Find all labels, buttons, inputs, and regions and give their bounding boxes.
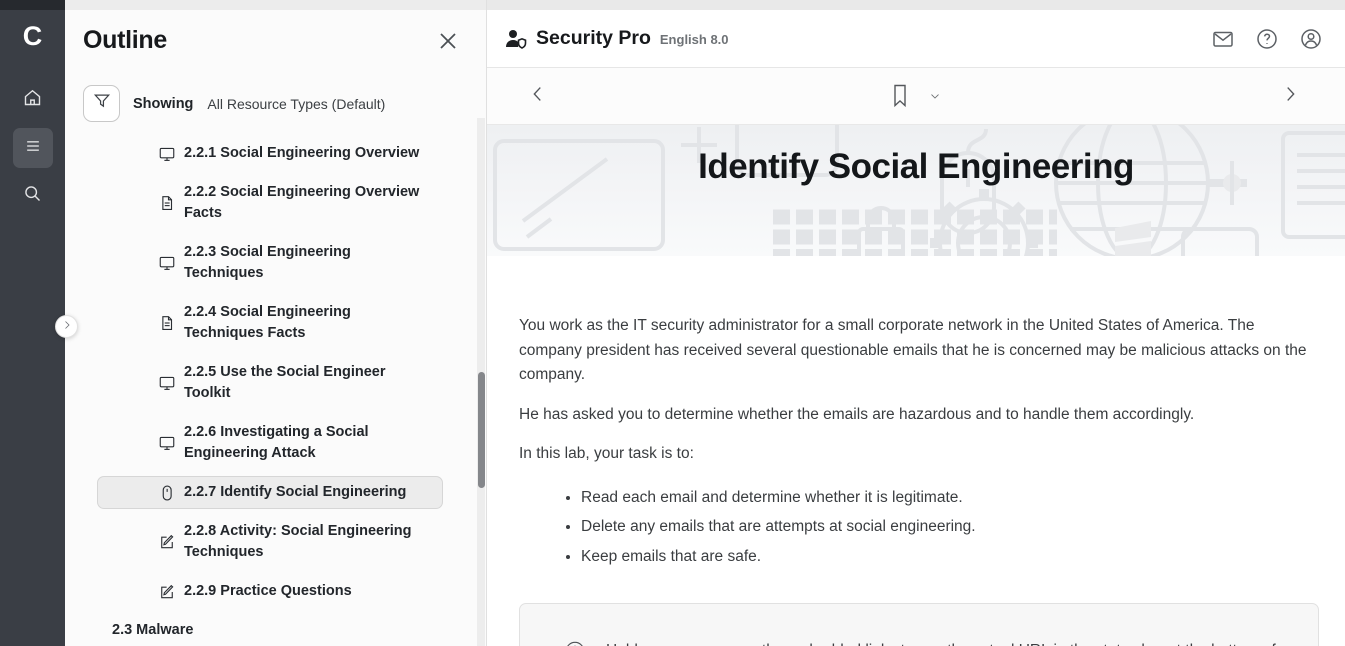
app-header: Security Pro English 8.0 (487, 10, 1345, 68)
mail-icon (1211, 38, 1235, 55)
help-button[interactable] (1255, 27, 1279, 51)
chevron-right-icon (61, 318, 73, 336)
task-item: Delete any emails that are attempts at s… (581, 516, 1281, 538)
monitor-icon (158, 145, 176, 163)
outline-item-label: 2.2.8 Activity: Social Engineering Techn… (184, 521, 432, 563)
outline-item[interactable]: 2.2.1 Social Engineering Overview (97, 137, 443, 170)
monitor-icon (158, 434, 176, 452)
outline-item-label: 2.2.3 Social Engineering Techniques (184, 242, 432, 284)
chevron-left-icon (527, 92, 549, 109)
outline-section-label: 2.3 Malware (112, 620, 193, 641)
bookmark-menu-button[interactable] (928, 89, 942, 103)
outline-item-label: 2.2.9 Practice Questions (184, 581, 352, 602)
product-edition: English 8.0 (660, 32, 729, 47)
product-title: Security Pro (536, 27, 651, 50)
filter-showing-label: Showing (133, 96, 193, 112)
banner-background-pattern (487, 125, 1345, 256)
lesson-banner: Identify Social Engineering (487, 125, 1345, 256)
scenario-paragraph: In this lab, your task is to: (519, 442, 1309, 467)
rail-top-strip (0, 0, 65, 10)
info-icon (564, 640, 586, 646)
outline-item-label: 2.2.1 Social Engineering Overview (184, 143, 419, 164)
menu-icon (23, 136, 43, 161)
outline-title: Outline (83, 26, 167, 55)
panel-top-strip (65, 0, 486, 10)
profile-icon (1299, 38, 1323, 55)
task-list: Read each email and determine whether it… (581, 487, 1281, 568)
search-button[interactable] (13, 176, 53, 216)
chevron-down-icon (928, 90, 942, 107)
main-top-strip (487, 0, 1345, 10)
main-content: Security Pro English 8.0 (486, 0, 1345, 646)
filter-icon (92, 91, 112, 116)
search-icon (22, 183, 43, 209)
outline-item-label: 2.2.2 Social Engineering Overview Facts (184, 182, 432, 224)
bookmark-button[interactable] (890, 83, 912, 109)
next-lesson-button[interactable] (1279, 83, 1305, 109)
monitor-icon (158, 254, 176, 272)
outline-item[interactable]: 2.2.2 Social Engineering Overview Facts (97, 176, 443, 230)
outline-list: 2.2.1 Social Engineering Overview 2.2.2 … (97, 137, 445, 646)
lesson-navbar (487, 68, 1345, 125)
hint-note-box: Hold your mouse over the embedded links … (519, 603, 1319, 646)
home-icon (22, 87, 43, 113)
outline-item[interactable]: 2.2.4 Social Engineering Techniques Fact… (97, 296, 443, 350)
outline-menu-button[interactable] (13, 128, 53, 168)
messages-button[interactable] (1211, 27, 1235, 51)
edit-icon (158, 533, 176, 551)
outline-item[interactable]: 2.2.5 Use the Social Engineer Toolkit (97, 356, 443, 410)
monitor-icon (158, 374, 176, 392)
outline-panel: Outline Showing All Resource Types (Defa… (65, 0, 486, 646)
resource-filter-button[interactable] (83, 85, 120, 122)
outline-scrollbar-track[interactable] (477, 118, 485, 646)
app-window: C Outline (0, 0, 1345, 646)
document-icon (158, 194, 176, 212)
collapse-rail-button[interactable] (55, 315, 78, 338)
help-icon (1255, 38, 1279, 55)
outline-item-label: 2.2.4 Social Engineering Techniques Fact… (184, 302, 432, 344)
close-outline-button[interactable] (436, 29, 460, 53)
security-pro-logo-icon (503, 27, 529, 51)
lab-scenario: You work as the IT security administrato… (487, 256, 1345, 646)
outline-item[interactable]: 2.2.3 Social Engineering Techniques (97, 236, 443, 290)
task-item: Keep emails that are safe. (581, 546, 1281, 568)
close-icon (436, 40, 460, 57)
app-logo[interactable]: C (0, 10, 65, 62)
previous-lesson-button[interactable] (527, 83, 553, 109)
outline-scrollbar-thumb[interactable] (478, 372, 485, 488)
home-button[interactable] (13, 80, 53, 120)
lab-title: Identify Social Engineering (487, 147, 1345, 187)
outline-item[interactable]: 2.2.6 Investigating a Social Engineering… (97, 416, 443, 470)
outline-item-label: 2.2.7 Identify Social Engineering (184, 482, 406, 503)
chevron-right-icon (1279, 92, 1301, 109)
bookmark-icon (890, 96, 910, 113)
hint-note-text: Hold your mouse over the embedded links … (606, 638, 1286, 646)
scenario-paragraph: You work as the IT security administrato… (519, 314, 1309, 388)
mouse-icon (158, 484, 176, 502)
outline-section-header: 2.3 Malware (97, 614, 443, 646)
scenario-paragraph: He has asked you to determine whether th… (519, 403, 1309, 428)
filter-value: All Resource Types (Default) (207, 96, 385, 112)
edit-icon (158, 583, 176, 601)
outline-item[interactable]: 2.2.9 Practice Questions (97, 575, 443, 608)
outline-item[interactable]: 2.2.8 Activity: Social Engineering Techn… (97, 515, 443, 569)
outline-item-selected[interactable]: 2.2.7 Identify Social Engineering (97, 476, 443, 509)
task-item: Read each email and determine whether it… (581, 487, 1281, 509)
account-button[interactable] (1299, 27, 1323, 51)
outline-item-label: 2.2.5 Use the Social Engineer Toolkit (184, 362, 432, 404)
outline-item-label: 2.2.6 Investigating a Social Engineering… (184, 422, 432, 464)
document-icon (158, 314, 176, 332)
